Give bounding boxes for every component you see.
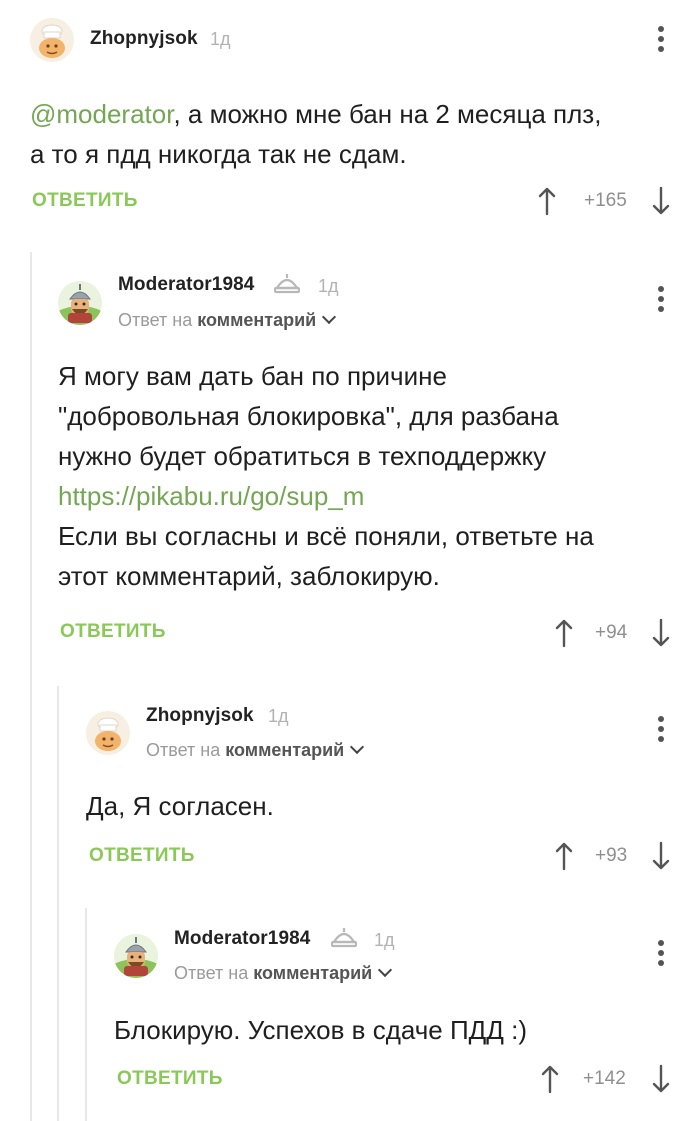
comment-text-line: а то я пдд никогда так не сдам. [30,139,407,169]
username[interactable]: Moderator1984 [118,274,254,296]
comment-text-segment: , а можно мне бан на 2 месяца плз, [173,99,602,129]
arrow-up-icon[interactable] [555,618,573,648]
reply-to-prefix: Ответ на [118,310,193,330]
chef-avatar-icon [30,18,74,62]
chevron-down-icon[interactable] [350,739,365,755]
chef-avatar-icon [86,711,130,755]
arrow-up-icon[interactable] [555,841,573,871]
reply-to-target[interactable]: комментарий [253,963,372,983]
reply-to-prefix: Ответ на [146,740,221,760]
comment-text-line: "добровольная блокировка", для разбана [58,401,559,431]
thread-line-level-2[interactable] [57,686,59,1121]
moderator-helmet-icon [331,928,357,948]
thread-line-level-1[interactable] [30,252,32,1121]
timestamp: 1д [374,930,395,950]
more-vertical-icon[interactable] [656,716,666,744]
bogatyr-avatar-icon [58,281,102,325]
support-link[interactable]: https://pikabu.ru/go/sup_m [58,476,683,516]
comment-text-line: @moderator, а можно мне бан на 2 месяца … [30,94,680,134]
comment-text: @moderator, а можно мне бан на 2 месяца … [30,94,680,174]
vote-controls: +142 [541,1064,676,1094]
comment-text-line: этот комментарий, заблокирую. [58,561,440,591]
arrow-down-icon[interactable] [652,186,670,216]
reply-button[interactable]: ОТВЕТИТЬ [60,621,166,643]
vote-score: +93 [595,845,628,866]
reply-to-target[interactable]: комментарий [225,740,344,760]
reply-to[interactable]: Ответ на комментарий [174,962,393,984]
reply-to-prefix: Ответ на [174,963,249,983]
reply-button[interactable]: ОТВЕТИТЬ [32,190,138,212]
timestamp: 1д [210,29,231,49]
chevron-down-icon[interactable] [322,309,337,325]
vote-score: +142 [583,1068,626,1089]
reply-to[interactable]: Ответ на комментарий [118,309,337,331]
arrow-down-icon[interactable] [652,841,670,871]
comment-text-line: Если вы согласны и всё поняли, ответьте … [58,521,594,551]
vote-controls: +94 [555,618,676,648]
vote-score: +94 [595,622,628,643]
reply-to-target[interactable]: комментарий [197,310,316,330]
avatar[interactable] [86,711,130,755]
arrow-up-icon[interactable] [538,186,556,216]
username[interactable]: Moderator1984 [174,928,310,950]
avatar[interactable] [30,18,74,62]
vote-controls: +165 [538,186,676,216]
thread-line-level-3[interactable] [85,908,87,1121]
avatar[interactable] [58,281,102,325]
avatar[interactable] [114,934,158,978]
timestamp: 1д [318,276,339,296]
more-vertical-icon[interactable] [656,26,666,54]
comment-text: Блокирую. Успехов в сдаче ПДД :) [114,1015,527,1045]
more-vertical-icon[interactable] [656,940,666,968]
comment-text: Я могу вам дать бан по причине "добровол… [58,356,683,596]
reply-to[interactable]: Ответ на комментарий [146,739,365,761]
comment-text-line: Я могу вам дать бан по причине [58,361,447,391]
bogatyr-avatar-icon [114,934,158,978]
vote-score: +165 [584,190,627,211]
comment-text-line: нужно будет обратиться в техподдержку [58,441,547,471]
timestamp: 1д [268,706,289,726]
mention-link[interactable]: @moderator [30,99,173,129]
reply-button[interactable]: ОТВЕТИТЬ [117,1068,223,1090]
arrow-up-icon[interactable] [541,1064,559,1094]
arrow-down-icon[interactable] [652,1064,670,1094]
username[interactable]: Zhopnyjsok [146,705,254,727]
comment-text: Да, Я согласен. [86,791,274,821]
more-vertical-icon[interactable] [656,286,666,314]
reply-button[interactable]: ОТВЕТИТЬ [89,845,195,867]
username[interactable]: Zhopnyjsok [90,28,198,50]
arrow-down-icon[interactable] [652,618,670,648]
vote-controls: +93 [555,841,676,871]
moderator-helmet-icon [274,274,300,294]
chevron-down-icon[interactable] [378,962,393,978]
